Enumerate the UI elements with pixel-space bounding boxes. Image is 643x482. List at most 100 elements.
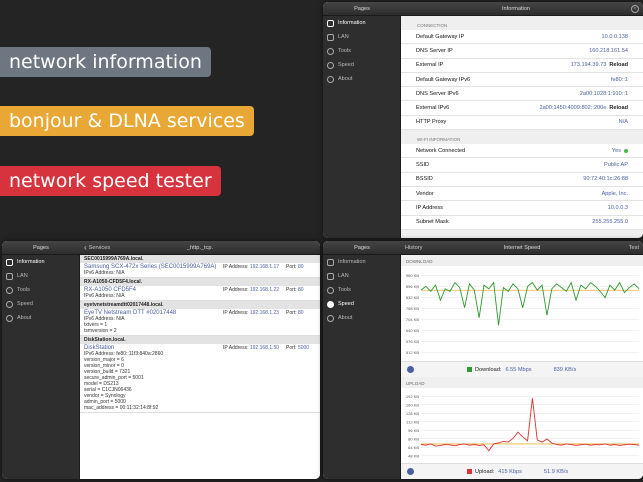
info-row: External IPv6 2a00:1450:4009:802::200e Rel… xyxy=(401,101,643,116)
info-row: Vendor Apple, Inc. xyxy=(401,186,643,202)
close-icon[interactable]: × xyxy=(631,4,639,13)
ip-label: IP Address: xyxy=(223,264,249,270)
info-value: 160.218.161.54 xyxy=(589,47,628,54)
upload-chart: 192 KB 160 KB 128 KB 112 KB 96 KB 80 KB 64 KB 4… xyxy=(406,394,640,458)
sidebar-title: Pages xyxy=(354,5,370,12)
service-ip: 192.168.1.23 xyxy=(249,310,280,316)
sidebar-item-about[interactable]: About xyxy=(323,72,400,86)
info-value: Apple, Inc. xyxy=(601,190,628,197)
series-line xyxy=(420,398,640,452)
info-label: External IPv6 xyxy=(416,105,450,112)
info-value-group: Public AP xyxy=(604,162,628,168)
y-tick-label: 896 KB xyxy=(406,284,419,289)
service-group[interactable]: DiskStation.local. DiskStation IPv6 Addr… xyxy=(80,336,320,413)
services-title: _http._tcp. xyxy=(186,244,214,251)
info-label: Network Connected xyxy=(416,147,466,154)
info-row: DNS Server IP 160.218.161.54 xyxy=(401,44,643,59)
sidebar-item-label: Tools xyxy=(338,48,351,54)
y-tick-label: 160 KB xyxy=(406,402,419,407)
info-value-group: 10.0.0.138 xyxy=(602,34,628,40)
sidebar-item-lan[interactable]: LAN xyxy=(323,269,400,283)
info-label: External IP xyxy=(416,62,444,69)
info-row: Default Gateway IPv6 fe80::1 xyxy=(401,72,643,88)
reload-button[interactable]: Reload xyxy=(609,105,628,111)
download-mbps: 6.55 Mbps xyxy=(505,366,532,373)
info-label: Subnet Mask xyxy=(416,219,449,226)
port-label: Port: xyxy=(286,287,297,293)
service-ip: 192.168.1.22 xyxy=(249,287,280,293)
port-label: Port: xyxy=(286,345,297,351)
service-hostname: DiskStation.local. xyxy=(80,336,320,344)
sidebar-item-about[interactable]: About xyxy=(2,311,79,325)
service-group[interactable]: SEC0015999A769A.local. Samsung SCX-472x … xyxy=(80,255,320,278)
lan-icon xyxy=(327,33,334,41)
reload-button[interactable]: Reload xyxy=(609,62,628,68)
sidebar-item-information[interactable]: Information xyxy=(323,16,400,30)
info-label: BSSID xyxy=(416,176,433,183)
download-legend-swatch xyxy=(467,367,472,372)
service-port: 80 xyxy=(297,310,304,316)
y-tick-label: 128 KB xyxy=(406,411,419,416)
feature-banner: bonjour & DLNA services xyxy=(0,106,254,136)
sidebar-item-label: About xyxy=(338,315,353,321)
sidebar-item-information[interactable]: Information xyxy=(323,255,400,269)
history-button[interactable]: History xyxy=(401,245,441,251)
download-status: Download: 6.55 Mbps 839 KB/s xyxy=(401,361,643,377)
y-tick-label: 112 KB xyxy=(406,419,419,424)
info-value-group: 10.0.0.3 xyxy=(608,205,628,211)
info-value-group: fe80::1 xyxy=(611,77,628,83)
info-value-group: 2a00:1028:1:910::1 xyxy=(580,91,628,97)
speed-title: Internet Speed xyxy=(503,244,541,251)
sidebar: Information LAN Tools Speed About xyxy=(323,255,401,479)
sidebar-item-label: Information xyxy=(338,20,366,26)
info-value: Public AP xyxy=(604,162,628,169)
sidebar-item-tools[interactable]: Tools xyxy=(2,283,79,297)
sidebar-item-label: Speed xyxy=(338,62,354,68)
test-button[interactable]: Test xyxy=(603,245,643,251)
services-panel: Pages ‹ Services _http._tcp. Information… xyxy=(2,241,320,479)
sidebar: Information LAN Tools Speed About xyxy=(323,16,401,238)
info-value: N/A xyxy=(618,119,628,126)
sidebar-item-lan[interactable]: LAN xyxy=(323,30,400,44)
download-chart: 960 KB 896 KB 832 KB 768 KB 704 KB 640 KB 576 … xyxy=(406,273,640,355)
upload-kbps: 415 Kbps xyxy=(498,468,522,475)
info-label: SSID xyxy=(416,162,430,169)
service-hostname: RX-A1050-CFD5F4.local. xyxy=(80,278,320,286)
sidebar-item-speed[interactable]: Speed xyxy=(2,297,79,311)
sidebar-item-speed[interactable]: Speed xyxy=(323,297,400,311)
feature-banner: network information xyxy=(0,47,211,77)
tools-icon xyxy=(6,286,13,294)
sidebar-item-about[interactable]: About xyxy=(323,311,400,325)
sidebar-item-information[interactable]: Information xyxy=(2,255,79,269)
back-button[interactable]: ‹ Services xyxy=(80,243,140,252)
info-row: Default Gateway IP 10.0.0.138 xyxy=(401,30,643,45)
ip-label: IP Address: xyxy=(223,345,249,351)
connection-header: CONNECTION xyxy=(417,23,448,28)
y-tick-label: 704 KB xyxy=(406,317,419,322)
sidebar-item-label: About xyxy=(17,315,32,321)
speed-icon xyxy=(327,300,334,308)
series-line xyxy=(420,281,640,326)
sidebar-item-lan[interactable]: LAN xyxy=(2,269,79,283)
sidebar-item-tools[interactable]: Tools xyxy=(323,44,400,58)
info-row: SSID Public AP xyxy=(401,158,643,173)
service-hostname: SEC0015999A769A.local. xyxy=(80,255,320,263)
y-tick-label: 96 KB xyxy=(408,428,419,433)
info-value: fe80::1 xyxy=(610,76,628,83)
sidebar-item-speed[interactable]: Speed xyxy=(323,58,400,72)
sidebar-item-label: LAN xyxy=(17,273,28,279)
y-tick-label: 48 KB xyxy=(408,453,419,458)
sidebar-item-label: Tools xyxy=(17,287,30,293)
sidebar-item-tools[interactable]: Tools xyxy=(323,283,400,297)
info-value: Yes xyxy=(611,147,621,154)
service-group[interactable]: RX-A1050-CFD5F4.local. RX-A1050 CFD5F4 I… xyxy=(80,278,320,301)
speed-panel: Pages History Internet Speed Test Inform… xyxy=(323,241,643,479)
speed-icon xyxy=(6,300,13,308)
info-value: 173.194.39.73 xyxy=(570,62,607,69)
tools-icon xyxy=(327,286,334,294)
info-value-group: 173.194.39.73 Reload xyxy=(571,62,628,68)
service-group[interactable]: eyetvnetstreamdtt02017448.local. EyeTV N… xyxy=(80,301,320,336)
information-content: CONNECTION Default Gateway IP 10.0.0.138 D… xyxy=(401,16,643,238)
info-row: Network Connected Yes xyxy=(401,144,643,159)
speed-content: DOWNLOAD 960 KB 896 KB 832 KB 768 KB 704 KB 6… xyxy=(401,255,643,479)
